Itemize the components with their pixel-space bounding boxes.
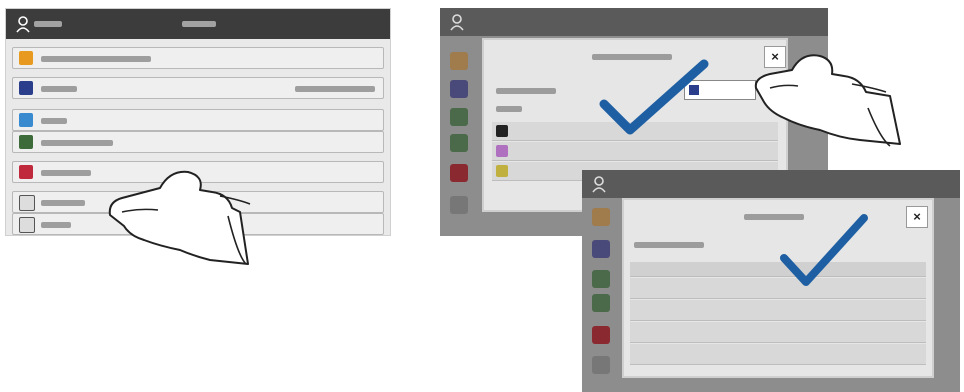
copy-icon [19, 195, 35, 211]
list-item[interactable] [630, 322, 926, 343]
sidebar-icon [592, 270, 610, 288]
checkmark-icon [780, 214, 868, 286]
menu-row-address-book[interactable] [12, 77, 384, 99]
dialog-text-redacted [634, 242, 704, 248]
sidebar-icon [592, 294, 610, 312]
sidebar-icon [592, 240, 610, 258]
hand-pointer-illustration [754, 54, 901, 147]
sidebar-icon [592, 356, 610, 374]
checkmark-icon [599, 59, 709, 135]
dialog-text-redacted [496, 88, 556, 94]
menu-label-redacted [41, 170, 91, 176]
menu-label-redacted [41, 140, 113, 146]
menu-row-favorites[interactable] [12, 47, 384, 69]
list-item[interactable] [492, 142, 778, 161]
user-name-redacted [34, 21, 62, 27]
menu-value-redacted [295, 86, 375, 92]
menu-row-photo[interactable] [12, 131, 384, 153]
menu-label-redacted [41, 56, 151, 62]
sidebar-icon [450, 164, 468, 182]
menu-label-redacted [41, 118, 67, 124]
sidebar-icon [450, 134, 468, 152]
top-bar [440, 8, 828, 36]
top-bar [6, 9, 390, 39]
list-item[interactable] [630, 344, 926, 365]
sidebar-icon [592, 208, 610, 226]
menu-label-redacted [41, 86, 77, 92]
user-icon[interactable] [592, 176, 606, 193]
app-icon [496, 125, 508, 137]
sidebar-icon [450, 80, 468, 98]
app-icon [496, 145, 508, 157]
menu-label-redacted [41, 200, 85, 206]
user-icon[interactable] [450, 14, 464, 31]
top-bar [582, 170, 960, 198]
selection-dialog: × [622, 198, 934, 378]
app-icon [496, 165, 508, 177]
user-icon[interactable] [16, 16, 30, 33]
list-item[interactable] [630, 278, 926, 299]
sidebar-icon [450, 52, 468, 70]
scan-icon [19, 113, 33, 127]
dialog-screen-panel-2: × [582, 170, 960, 392]
photo-icon [19, 135, 33, 149]
close-button[interactable]: × [906, 206, 928, 228]
sidebar-icon [592, 326, 610, 344]
list-header [630, 262, 926, 277]
title-redacted [182, 21, 216, 27]
menu-row-scan[interactable] [12, 109, 384, 131]
book-icon [19, 81, 33, 95]
menu-label-redacted [41, 222, 71, 228]
app-icon [19, 165, 33, 179]
lock-icon [19, 217, 35, 233]
star-icon [19, 51, 33, 65]
sidebar-icon [450, 196, 468, 214]
sidebar-icon [450, 108, 468, 126]
list-item[interactable] [630, 300, 926, 321]
hand-pointer-illustration [108, 170, 251, 265]
dialog-text-redacted [496, 106, 522, 112]
